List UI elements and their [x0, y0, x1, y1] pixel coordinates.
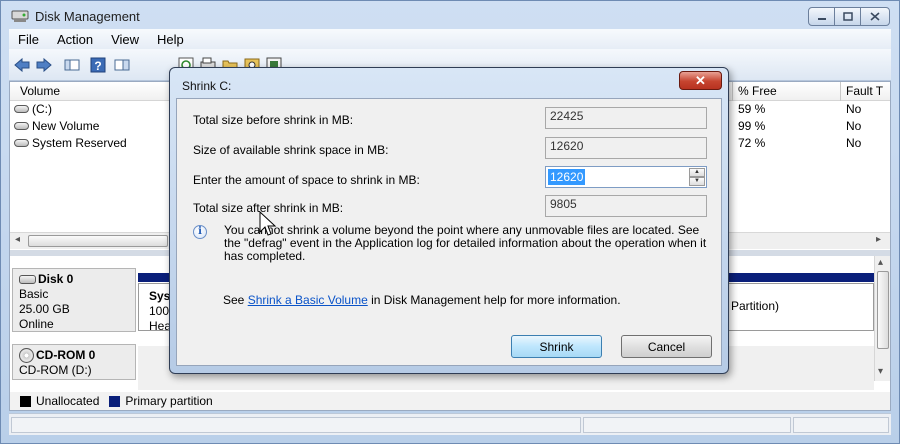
legend-unallocated: Unallocated — [36, 394, 100, 408]
shrink-basic-volume-link[interactable]: Shrink a Basic Volume — [248, 293, 368, 307]
available-shrink-space-value: 12620 — [545, 137, 707, 159]
title-bar: Disk Management — [1, 1, 899, 31]
info-icon: i — [193, 225, 207, 239]
disk-management-icon — [11, 10, 29, 22]
percent-free-cell: 59 % — [738, 102, 766, 116]
mouse-pointer-icon — [259, 211, 277, 236]
close-icon — [870, 12, 880, 21]
scroll-left-icon[interactable]: ◂ — [15, 234, 20, 245]
help-prefix: See — [223, 293, 248, 307]
status-segment — [793, 417, 889, 433]
dialog-title: Shrink C: — [182, 79, 232, 93]
status-segment — [583, 417, 791, 433]
volume-name: New Volume — [32, 119, 100, 133]
back-arrow-icon[interactable] — [13, 56, 31, 74]
hard-disk-icon — [19, 275, 36, 284]
close-icon: ✕ — [695, 72, 706, 88]
dialog-body: Total size before shrink in MB: 22425 Si… — [176, 98, 722, 366]
info-text: You cannot shrink a volume beyond the po… — [224, 223, 707, 263]
forward-arrow-icon[interactable] — [35, 56, 53, 74]
window-title: Disk Management — [35, 9, 140, 24]
minimize-icon — [817, 17, 826, 20]
disk-type: CD-ROM (D:) — [19, 363, 92, 377]
fault-tolerance-cell: No — [846, 102, 862, 116]
drive-icon — [14, 105, 29, 113]
scroll-right-icon[interactable]: ▸ — [876, 234, 881, 245]
help-suffix: in Disk Management help for more informa… — [367, 293, 621, 307]
vertical-scrollbar[interactable]: ▴ ▾ — [874, 256, 890, 381]
status-bar — [9, 413, 891, 435]
shrink-button[interactable]: Shrink — [511, 335, 602, 358]
drive-icon — [14, 139, 29, 147]
drive-icon — [14, 122, 29, 130]
partition-type-text: Partition) — [731, 299, 780, 313]
scroll-down-icon[interactable]: ▾ — [878, 366, 883, 377]
fault-tolerance-cell: No — [846, 136, 862, 150]
menu-help[interactable]: Help — [148, 32, 193, 47]
menu-action[interactable]: Action — [48, 32, 102, 47]
close-button[interactable] — [860, 7, 890, 26]
total-size-after-value: 9805 — [545, 195, 707, 217]
shrink-amount-label: Enter the amount of space to shrink in M… — [193, 173, 420, 187]
menu-view[interactable]: View — [102, 32, 148, 47]
volume-row[interactable]: System Reserved — [14, 136, 127, 150]
caption-buttons — [808, 7, 890, 26]
horizontal-scroll-thumb[interactable] — [28, 235, 168, 247]
spin-up-icon[interactable]: ▲ — [689, 168, 705, 177]
disk-0-info[interactable]: Disk 0 Basic 25.00 GB Online — [12, 268, 136, 332]
disk-size: 25.00 GB — [19, 302, 70, 316]
help-icon[interactable]: ? — [89, 56, 107, 74]
shrink-amount-input[interactable]: 12620 ▲ ▼ — [545, 166, 707, 188]
maximize-button[interactable] — [834, 7, 861, 26]
console-tree-icon[interactable] — [63, 56, 81, 74]
scroll-up-icon[interactable]: ▴ — [878, 257, 883, 268]
column-divider[interactable] — [840, 82, 841, 101]
column-volume[interactable]: Volume — [20, 84, 60, 98]
vertical-scroll-thumb[interactable] — [877, 271, 889, 349]
volume-row[interactable]: New Volume — [14, 119, 99, 133]
shrink-dialog: Shrink C: ✕ Total size before shrink in … — [169, 67, 729, 374]
column-percent-free[interactable]: % Free — [738, 84, 777, 98]
disk-name: Disk 0 — [38, 272, 74, 286]
volume-row[interactable]: (C:) — [14, 102, 52, 116]
available-shrink-space-label: Size of available shrink space in MB: — [193, 143, 389, 157]
disk-type: Basic — [19, 287, 49, 301]
svg-text:?: ? — [94, 59, 101, 73]
dialog-close-button[interactable]: ✕ — [679, 71, 722, 90]
status-segment — [11, 417, 581, 433]
primary-partition-swatch — [109, 395, 121, 407]
total-size-before-label: Total size before shrink in MB: — [193, 113, 354, 127]
disk-status: Online — [19, 317, 54, 331]
menu-bar: File Action View Help — [9, 29, 891, 49]
fault-tolerance-cell: No — [846, 119, 862, 133]
minimize-button[interactable] — [808, 7, 835, 26]
percent-free-cell: 72 % — [738, 136, 766, 150]
cdrom-0-info[interactable]: CD-ROM 0 CD-ROM (D:) — [12, 344, 136, 380]
disk-name: CD-ROM 0 — [36, 348, 96, 362]
volume-name: (C:) — [32, 102, 52, 116]
unallocated-swatch — [20, 395, 31, 407]
menu-file[interactable]: File — [9, 32, 48, 47]
maximize-icon — [842, 12, 853, 21]
percent-free-cell: 99 % — [738, 119, 766, 133]
column-fault-tolerance[interactable]: Fault T — [846, 84, 883, 98]
cd-rom-icon — [19, 348, 34, 363]
column-divider[interactable] — [732, 82, 733, 101]
shrink-amount-spinner[interactable]: ▲ ▼ — [689, 168, 705, 186]
legend-primary-partition: Primary partition — [125, 394, 213, 408]
help-line: See Shrink a Basic Volume in Disk Manage… — [223, 293, 621, 307]
spin-down-icon[interactable]: ▼ — [689, 177, 705, 186]
shrink-amount-value[interactable]: 12620 — [548, 169, 586, 185]
volume-name: System Reserved — [32, 136, 127, 150]
legend: Unallocated Primary partition — [10, 392, 890, 410]
total-size-before-value: 22425 — [545, 107, 707, 129]
properties-pane-icon[interactable] — [113, 56, 131, 74]
cancel-button[interactable]: Cancel — [621, 335, 712, 358]
